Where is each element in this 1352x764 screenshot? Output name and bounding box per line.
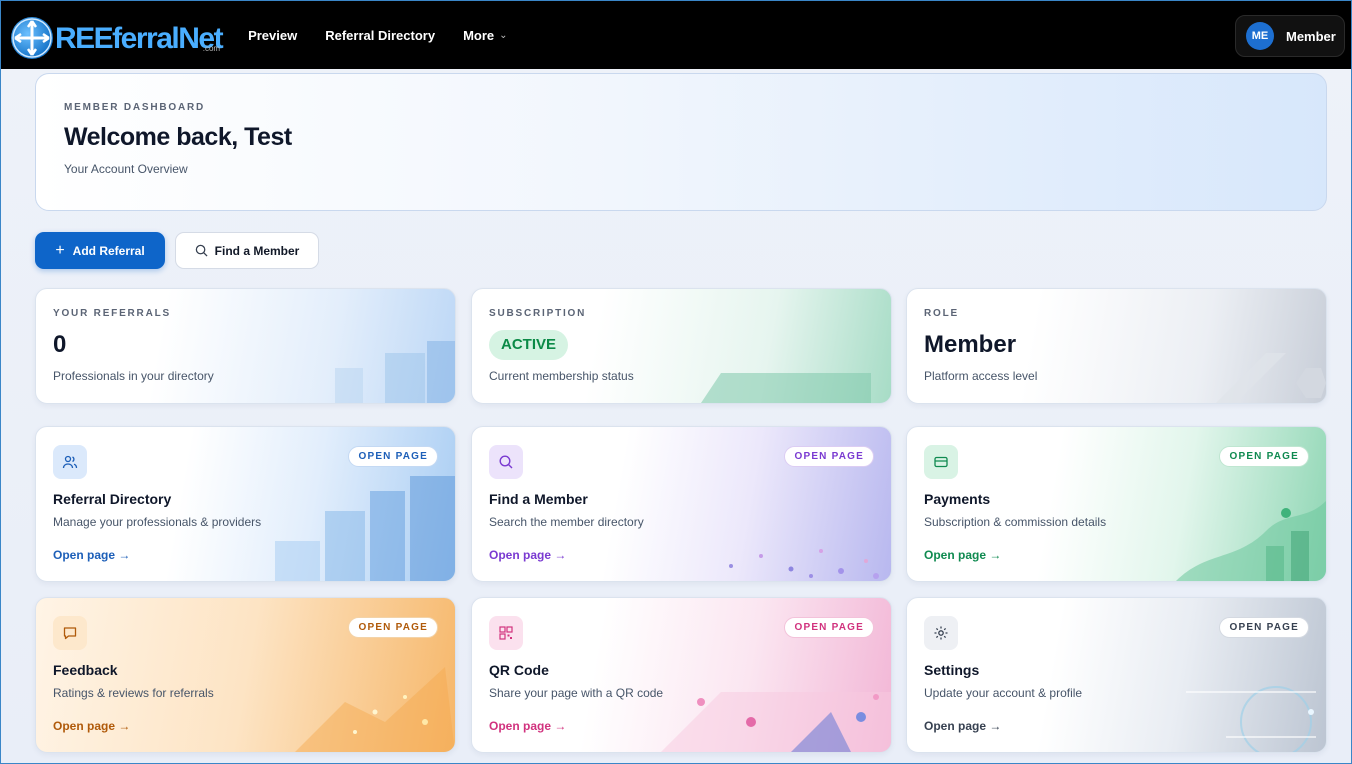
globe-icon <box>11 17 53 59</box>
card-title: Payments <box>924 491 991 507</box>
stat-card-subscription: SUBSCRIPTION ACTIVE Current membership s… <box>471 288 892 404</box>
qr-code-icon <box>489 616 523 650</box>
card-title: Referral Directory <box>53 491 172 507</box>
nav-item-more[interactable]: More ⌄ <box>463 28 507 43</box>
search-icon <box>195 244 208 257</box>
chevron-down-icon: ⌄ <box>499 29 508 41</box>
open-page-link[interactable]: Open page → <box>489 719 566 733</box>
card-title: Settings <box>924 662 980 678</box>
plus-icon: + <box>55 241 65 259</box>
chat-bubble-icon <box>53 616 87 650</box>
find-member-label: Find a Member <box>214 243 300 258</box>
nav-item-label: Referral Directory <box>325 27 436 43</box>
stat-description: Current membership status <box>489 369 634 383</box>
card-description: Search the member directory <box>489 515 644 529</box>
hero-eyebrow: MEMBER DASHBOARD <box>64 102 206 113</box>
open-page-badge: OPEN PAGE <box>1219 446 1309 467</box>
decorative-dots-graphic <box>729 549 879 579</box>
open-page-badge: OPEN PAGE <box>348 617 438 638</box>
stat-label: ROLE <box>924 308 959 319</box>
nav-item-preview[interactable]: Preview <box>248 28 297 43</box>
card-title: Feedback <box>53 662 118 678</box>
status-badge: ACTIVE <box>489 330 569 360</box>
hero-subtitle: Your Account Overview <box>64 162 188 176</box>
card-feedback[interactable]: OPEN PAGE Feedback Ratings & reviews for… <box>35 597 456 753</box>
open-page-link[interactable]: Open page → <box>489 548 566 562</box>
credit-card-icon <box>924 445 958 479</box>
gear-icon <box>924 616 958 650</box>
main-nav: Preview Referral Directory More ⌄ <box>248 28 535 43</box>
brand-name: REEferralNet .com <box>55 19 224 59</box>
open-page-link[interactable]: Open page → <box>924 719 1001 733</box>
card-description: Share your page with a QR code <box>489 686 664 700</box>
brand-logo[interactable]: REEferralNet .com <box>11 11 224 59</box>
nav-item-referral-directory[interactable]: Referral Directory <box>325 28 435 43</box>
users-icon <box>53 445 87 479</box>
user-menu-button[interactable]: ME Member <box>1235 15 1345 57</box>
stat-card-referrals: YOUR REFERRALS 0 Professionals in your d… <box>35 288 456 404</box>
stat-value: 0 <box>53 331 67 358</box>
card-description: Subscription & commission details <box>924 515 1107 529</box>
search-icon <box>489 445 523 479</box>
welcome-banner: MEMBER DASHBOARD Welcome back, Test Your… <box>35 73 1327 211</box>
open-page-link[interactable]: Open page → <box>53 719 130 733</box>
stat-label: YOUR REFERRALS <box>53 308 171 319</box>
card-payments[interactable]: OPEN PAGE Payments Subscription & commis… <box>906 426 1327 582</box>
open-page-badge: OPEN PAGE <box>784 446 874 467</box>
add-referral-button[interactable]: + Add Referral <box>35 232 165 269</box>
open-page-link[interactable]: Open page → <box>53 548 130 562</box>
stat-label: SUBSCRIPTION <box>489 308 587 319</box>
nav-item-label: Preview <box>248 27 298 43</box>
card-referral-directory[interactable]: OPEN PAGE Referral Directory Manage your… <box>35 426 456 582</box>
card-find-a-member[interactable]: OPEN PAGE Find a Member Search the membe… <box>471 426 892 582</box>
top-navbar: REEferralNet .com Preview Referral Direct… <box>1 1 1351 69</box>
stat-description: Platform access level <box>924 369 1038 383</box>
card-description: Update your account & profile <box>924 686 1083 700</box>
open-page-badge: OPEN PAGE <box>1219 617 1309 638</box>
stat-description: Professionals in your directory <box>53 369 214 383</box>
open-page-badge: OPEN PAGE <box>348 446 438 467</box>
open-page-link[interactable]: Open page → <box>924 548 1001 562</box>
stat-card-role: ROLE Member Platform access level <box>906 288 1327 404</box>
card-settings[interactable]: OPEN PAGE Settings Update your account &… <box>906 597 1327 753</box>
add-referral-label: Add Referral <box>72 243 145 258</box>
nav-item-label: More <box>463 27 495 43</box>
user-role-label: Member <box>1286 28 1336 44</box>
page-title: Welcome back, Test <box>64 123 292 151</box>
card-description: Ratings & reviews for referrals <box>53 686 214 700</box>
card-title: QR Code <box>489 662 549 678</box>
card-title: Find a Member <box>489 491 588 507</box>
brand-suffix: .com <box>202 44 221 53</box>
avatar: ME <box>1246 22 1274 50</box>
stat-value: Member <box>924 331 1017 358</box>
card-description: Manage your professionals & providers <box>53 515 262 529</box>
open-page-badge: OPEN PAGE <box>784 617 874 638</box>
card-qr-code[interactable]: OPEN PAGE QR Code Share your page with a… <box>471 597 892 753</box>
find-member-button[interactable]: Find a Member <box>175 232 319 269</box>
